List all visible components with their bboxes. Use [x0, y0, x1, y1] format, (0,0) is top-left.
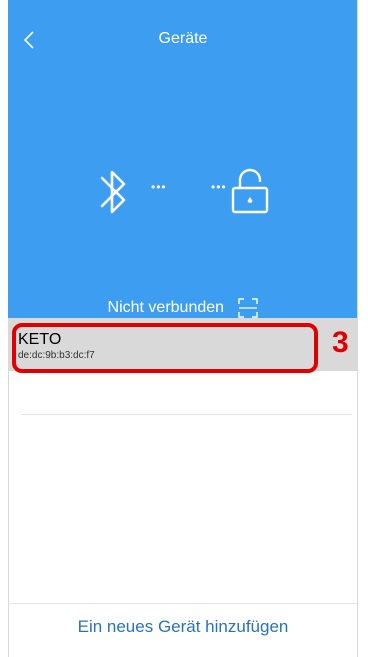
step-number-badge: 3: [332, 326, 349, 359]
status-text: Nicht verbunden: [107, 299, 225, 316]
connection-visual: ••• •••: [8, 164, 358, 224]
phone-screen: Geräte ••• ••• Nicht verbunden KETO de:d…: [8, 0, 358, 657]
page-title: Geräte: [158, 30, 208, 47]
unlocked-padlock-icon: [231, 168, 269, 214]
bluetooth-icon: [100, 170, 126, 214]
scan-frame-icon[interactable]: [238, 298, 259, 318]
connection-header: Geräte ••• ••• Nicht verbunden: [8, 0, 358, 318]
connector-dots-right: •••: [211, 180, 227, 194]
footer-divider: [8, 603, 358, 604]
connector-dots-left: •••: [151, 180, 167, 194]
device-mac-address: de:dc:9b:b3:dc:f7: [18, 350, 95, 361]
device-name: KETO: [18, 331, 62, 348]
list-divider: [22, 414, 352, 415]
add-device-button[interactable]: Ein neues Gerät hinzufügen: [8, 617, 358, 637]
connection-status: Nicht verbunden: [8, 298, 358, 318]
